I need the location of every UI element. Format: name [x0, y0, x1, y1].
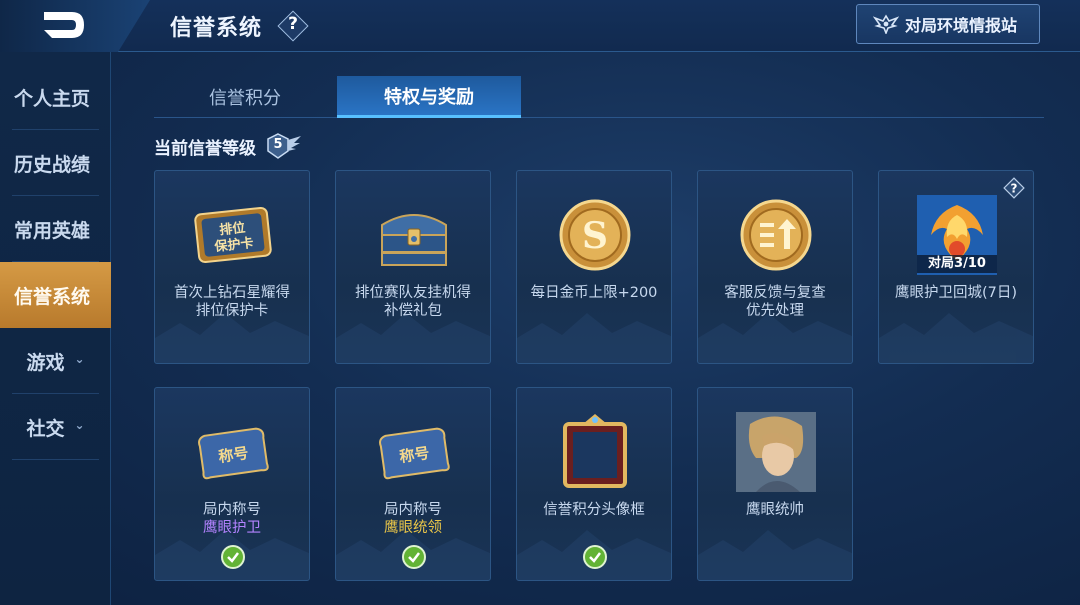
credit-level-value: 5: [273, 137, 283, 152]
reward-card[interactable]: 称号 局内称号 鹰眼统领: [335, 387, 491, 581]
chevron-down-icon: ⌄: [74, 418, 85, 432]
sidebar: 个人主页 历史战绩 常用英雄 信誉系统 游戏 ⌄ 社交 ⌄: [0, 52, 111, 605]
sidebar-item-profile[interactable]: 个人主页: [0, 64, 111, 130]
reward-label: 排位赛队友挂机得: [355, 285, 471, 301]
sidebar-item-credit-system[interactable]: 信誉系统: [0, 262, 111, 328]
question-icon[interactable]: ?: [1003, 177, 1025, 199]
owned-check-icon: [402, 545, 426, 569]
hero-portrait-icon: [736, 412, 816, 492]
reward-label: 首次上钻石星耀得: [174, 285, 290, 301]
title-name-gold: 鹰眼统领: [384, 520, 442, 536]
tab-privileges-rewards[interactable]: 特权与奖励: [337, 76, 521, 118]
top-bar: 信誉系统 ? 对局环境情报站: [0, 0, 1080, 52]
tab-credit-points[interactable]: 信誉积分: [154, 76, 336, 118]
reward-card[interactable]: 对局3/10 ? 鹰眼护卫回城(7日): [878, 170, 1034, 364]
sidebar-item-social[interactable]: 社交 ⌄: [0, 394, 111, 460]
reward-card[interactable]: 客服反馈与复查 优先处理: [697, 170, 853, 364]
help-button[interactable]: ?: [277, 10, 309, 42]
reward-label: 局内称号: [203, 502, 261, 518]
sidebar-item-label: 游戏: [26, 351, 65, 374]
reward-label: 局内称号: [384, 502, 442, 518]
reward-card[interactable]: 信誉积分头像框: [516, 387, 672, 581]
reward-label: 鹰眼统帅: [746, 502, 804, 518]
reward-label: 鹰眼护卫回城(7日): [894, 285, 1018, 301]
divider: [12, 459, 99, 460]
question-icon: ?: [288, 14, 298, 34]
mountain-decoration: [879, 313, 1033, 363]
svg-text:排位: 排位: [219, 220, 247, 239]
reward-label: 客服反馈与复查: [724, 285, 826, 301]
svg-text:S: S: [582, 215, 608, 257]
reward-label-secondary: 补偿礼包: [384, 303, 442, 319]
mountain-decoration: [698, 530, 852, 580]
chevron-down-icon: ⌄: [74, 352, 85, 366]
sidebar-item-label: 常用英雄: [14, 219, 91, 242]
page-title: 信誉系统: [170, 16, 263, 41]
mountain-decoration: [517, 313, 671, 363]
back-arrow-icon[interactable]: [38, 8, 88, 42]
sidebar-item-history[interactable]: 历史战绩: [0, 130, 111, 196]
sidebar-item-heroes[interactable]: 常用英雄: [0, 196, 111, 262]
reward-card[interactable]: 称号 局内称号 鹰眼护卫: [154, 387, 310, 581]
svg-text:?: ?: [1011, 182, 1018, 196]
report-station-button[interactable]: 对局环境情报站: [856, 4, 1040, 44]
reward-label-secondary: 排位保护卡: [195, 303, 269, 319]
avatar-frame-icon: [563, 414, 627, 488]
sidebar-item-label: 个人主页: [14, 87, 91, 110]
tab-bar: 信誉积分 特权与奖励: [154, 76, 1044, 118]
title-name-purple: 鹰眼护卫: [203, 520, 261, 536]
treasure-chest-icon: [381, 214, 447, 266]
title-scroll-icon: 称号: [198, 427, 269, 480]
sidebar-item-label: 信誉系统: [14, 285, 91, 308]
ranked-protection-card-icon: 排位 保护卡: [194, 206, 272, 264]
reward-label: 信誉积分头像框: [543, 502, 645, 518]
level-badge: 5: [258, 132, 302, 160]
sidebar-item-label: 社交: [26, 417, 65, 440]
reward-label-secondary: 优先处理: [746, 303, 804, 319]
title-scroll-icon: 称号: [379, 427, 450, 480]
reward-card[interactable]: 排位赛队友挂机得 补偿礼包: [335, 170, 491, 364]
report-station-label: 对局环境情报站: [905, 16, 1018, 35]
credit-level-row: 当前信誉等级 5: [154, 133, 302, 159]
owned-check-icon: [221, 545, 245, 569]
sidebar-item-label: 历史战绩: [14, 153, 91, 176]
eagle-emblem-icon: [873, 14, 899, 34]
owned-check-icon: [583, 545, 607, 569]
reward-card[interactable]: S 每日金币上限+200: [516, 170, 672, 364]
reward-card[interactable]: 鹰眼统帅: [697, 387, 853, 581]
gold-coin-icon: S: [559, 199, 631, 271]
reward-label: 每日金币上限+200: [530, 285, 658, 301]
recall-progress-tag: 对局3/10: [917, 255, 997, 273]
priority-service-coin-icon: [740, 199, 812, 271]
reward-card[interactable]: 排位 保护卡 首次上钻石星耀得 排位保护卡: [154, 170, 310, 364]
credit-level-label: 当前信誉等级: [154, 138, 256, 159]
sidebar-item-game[interactable]: 游戏 ⌄: [0, 328, 111, 394]
